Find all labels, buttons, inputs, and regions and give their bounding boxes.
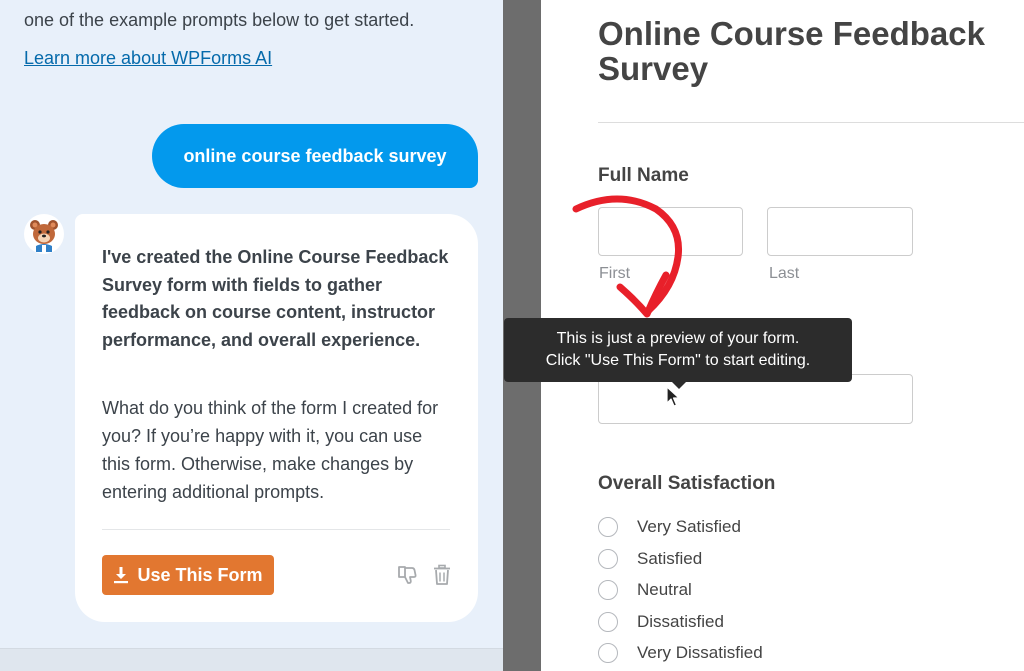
red-annotation-arrow-icon bbox=[572, 195, 683, 318]
last-sublabel: Last bbox=[769, 265, 800, 282]
radio-option[interactable]: Very Satisfied bbox=[598, 515, 741, 539]
radio-label: Very Dissatisfied bbox=[637, 643, 763, 662]
ai-response-card: I've created the Online Course Feedback … bbox=[75, 214, 478, 622]
tooltip-line-2: Click "Use This Form" to start editing. bbox=[545, 352, 811, 369]
radio-label: Very Satisfied bbox=[637, 517, 741, 536]
intro-text: one of the example prompts below to get … bbox=[24, 10, 415, 30]
trash-icon[interactable] bbox=[432, 564, 452, 586]
ai-response-summary: I've created the Online Course Feedback … bbox=[102, 247, 449, 350]
radio-option[interactable]: Dissatisfied bbox=[598, 610, 724, 634]
learn-more-link[interactable]: Learn more about WPForms AI bbox=[24, 48, 272, 69]
radio-label: Satisfied bbox=[637, 549, 703, 568]
preview-tooltip: This is just a preview of your form. Cli… bbox=[504, 318, 852, 382]
radio-option[interactable]: Very Dissatisfied bbox=[598, 641, 763, 665]
radio-option[interactable]: Satisfied bbox=[598, 547, 702, 571]
ai-response-text: What do you think of the form I created … bbox=[102, 398, 439, 502]
radio-button[interactable] bbox=[598, 580, 618, 600]
radio-option[interactable]: Neutral bbox=[598, 578, 692, 602]
use-this-form-button[interactable]: Use This Form bbox=[102, 555, 274, 595]
overall-satisfaction-label: Overall Satisfaction bbox=[598, 473, 776, 494]
tooltip-line-1: This is just a preview of your form. bbox=[556, 330, 800, 347]
radio-button[interactable] bbox=[598, 517, 618, 537]
user-message-bubble: online course feedback survey bbox=[152, 124, 478, 188]
radio-button[interactable] bbox=[598, 612, 618, 632]
title-divider bbox=[598, 122, 1024, 123]
chat-panel: one of the example prompts below to get … bbox=[0, 0, 503, 671]
card-divider bbox=[102, 529, 450, 530]
form-title: Online Course Feedback Survey bbox=[598, 15, 985, 87]
radio-button[interactable] bbox=[598, 549, 618, 569]
wpforms-bear-avatar-icon bbox=[24, 214, 64, 254]
download-icon bbox=[114, 567, 129, 584]
use-this-form-label: Use This Form bbox=[137, 564, 263, 585]
chat-input-area bbox=[0, 648, 503, 671]
user-message-text: online course feedback survey bbox=[183, 145, 447, 166]
last-name-input[interactable] bbox=[767, 207, 913, 256]
radio-label: Dissatisfied bbox=[637, 612, 724, 631]
radio-button[interactable] bbox=[598, 643, 618, 663]
thumbs-down-icon[interactable] bbox=[396, 564, 418, 586]
radio-label: Neutral bbox=[637, 580, 692, 599]
full-name-label: Full Name bbox=[598, 165, 689, 186]
mouse-cursor-icon bbox=[666, 386, 680, 407]
